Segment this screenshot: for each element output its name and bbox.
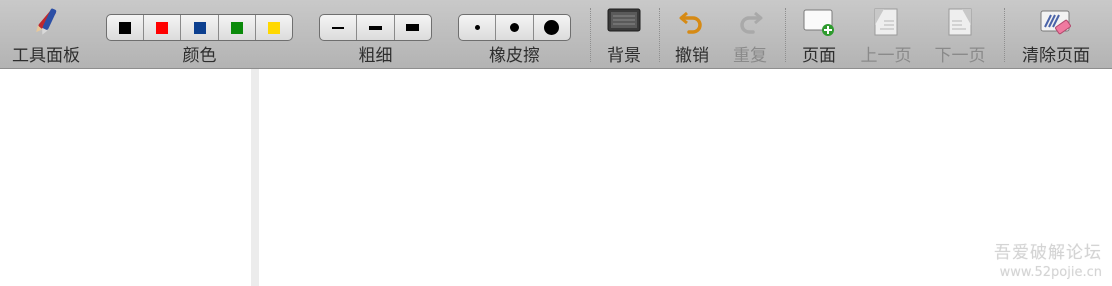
watermark: 吾爱破解论坛 www.52pojie.cn (994, 238, 1102, 280)
drawing-canvas[interactable] (259, 69, 1112, 286)
color-swatch-red[interactable] (143, 15, 180, 40)
swatch-chip (267, 21, 280, 34)
next-page-label: 下一页 (934, 46, 986, 66)
pens-icon (30, 7, 62, 41)
swatch-chip (193, 21, 206, 34)
undo-arrow-icon (678, 7, 706, 39)
next-page-button[interactable]: 下一页 (928, 0, 992, 68)
color-label: 颜色 (182, 46, 217, 66)
thickness-label: 粗细 (358, 46, 393, 66)
clear-page-button[interactable]: 清除页面 (1012, 0, 1100, 68)
undo-label: 撤销 (675, 46, 709, 66)
eraser-small[interactable] (459, 15, 495, 40)
page-thumbnail-panel (0, 69, 251, 286)
toolbox-label: 工具面板 (12, 46, 80, 66)
color-swatch-blue[interactable] (180, 15, 217, 40)
redo-label: 重复 (733, 46, 767, 66)
add-page-icon (802, 7, 836, 41)
previous-page-button[interactable]: 上一页 (854, 0, 918, 68)
thick-line-icon (406, 24, 420, 31)
previous-page-icon (872, 7, 900, 41)
page-label: 页面 (802, 46, 836, 66)
eraser-medium[interactable] (495, 15, 532, 40)
watermark-url: www.52pojie.cn (999, 265, 1102, 280)
toolbar-separator (1004, 8, 1005, 62)
eraser-size-picker (458, 14, 571, 41)
redo-button[interactable]: 重复 (724, 0, 776, 68)
undo-button[interactable]: 撤销 (666, 0, 718, 68)
toolbar-separator (785, 8, 786, 62)
thickness-picker (319, 14, 432, 41)
color-swatch-black[interactable] (107, 15, 143, 40)
eraser-large[interactable] (532, 15, 570, 40)
thickness-thin[interactable] (320, 15, 356, 40)
thin-line-icon (332, 26, 345, 29)
clear-page-eraser-icon (1039, 7, 1073, 41)
eraser-label: 橡皮擦 (489, 46, 540, 66)
medium-dot-icon (509, 23, 519, 32)
small-dot-icon (474, 25, 480, 30)
background-button[interactable]: 背景 (598, 0, 650, 68)
previous-page-label: 上一页 (860, 46, 912, 66)
color-swatch-green[interactable] (217, 15, 255, 40)
toolbox-button[interactable]: 工具面板 (4, 0, 88, 68)
swatch-chip (230, 21, 243, 34)
watermark-title: 吾爱破解论坛 (994, 243, 1102, 263)
toolbar-separator (590, 8, 591, 62)
clear-page-label: 清除页面 (1022, 46, 1090, 66)
thickness-thick[interactable] (393, 15, 431, 40)
thickness-medium[interactable] (356, 15, 393, 40)
panel-divider[interactable] (251, 69, 259, 286)
large-dot-icon (544, 20, 560, 35)
redo-arrow-icon (736, 7, 764, 39)
swatch-chip (119, 21, 132, 34)
color-swatch-yellow[interactable] (254, 15, 292, 40)
background-board-icon (607, 7, 641, 37)
toolbar-separator (659, 8, 660, 62)
color-picker (106, 14, 293, 41)
swatch-chip (156, 21, 169, 34)
add-page-button[interactable]: 页面 (792, 0, 846, 68)
background-label: 背景 (607, 46, 641, 66)
whiteboard-toolbar: 工具面板 颜色 粗细 橡皮擦 背景 撤销 重复 页面 上一页 下一页 清除页面 (0, 0, 1112, 69)
next-page-icon (946, 7, 974, 41)
medium-line-icon (368, 25, 382, 30)
